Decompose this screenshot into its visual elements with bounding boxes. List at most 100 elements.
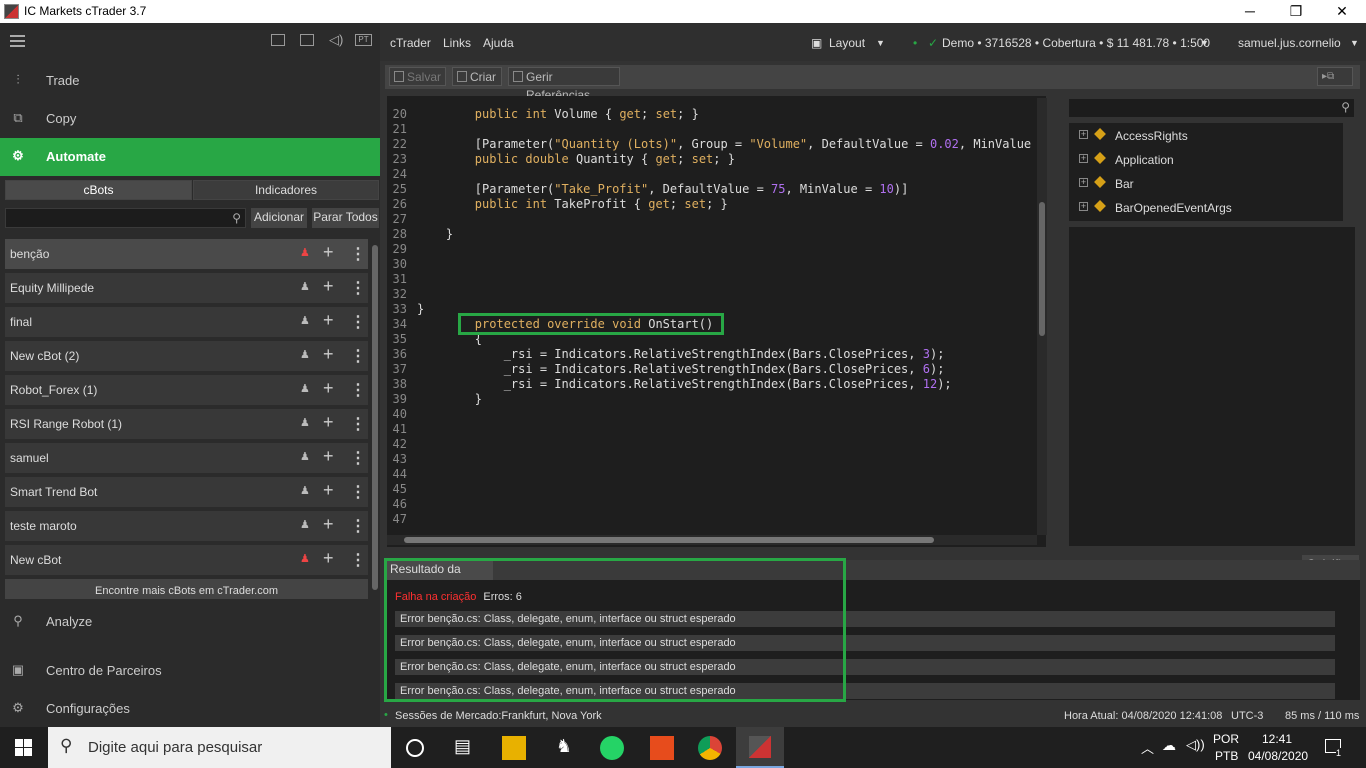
editor-vertical-scrollbar[interactable] xyxy=(1037,98,1047,535)
more-options-icon[interactable]: ⋮ xyxy=(350,482,366,502)
more-options-icon[interactable]: ⋮ xyxy=(350,244,366,264)
more-options-icon[interactable]: ⋮ xyxy=(350,312,366,332)
more-options-icon[interactable]: ⋮ xyxy=(350,380,366,400)
nav-copy[interactable]: ⧉ Copy xyxy=(0,100,380,138)
manage-references-button[interactable]: Gerir Referências xyxy=(508,67,620,102)
layout-menu[interactable]: Layout xyxy=(829,36,865,50)
expand-panel-button[interactable]: ▸⧉ xyxy=(1317,67,1353,86)
tree-item[interactable]: + BarOpenedEventArgs xyxy=(1069,195,1343,219)
instances-icon[interactable]: ♟ xyxy=(300,484,312,498)
expand-icon[interactable]: + xyxy=(1079,154,1088,163)
menu-ctrader[interactable]: cTrader xyxy=(390,36,431,50)
chevron-down-icon[interactable]: ▼ xyxy=(876,38,885,48)
cbot-item[interactable]: benção ♟ + ⋮ xyxy=(5,239,368,269)
instances-icon[interactable]: ♟ xyxy=(300,280,312,294)
expand-icon[interactable]: + xyxy=(1079,178,1088,187)
cbot-item[interactable]: Equity Millipede ♟ + ⋮ xyxy=(5,273,368,303)
close-button[interactable]: ✕ xyxy=(1319,0,1365,23)
language-primary[interactable]: POR xyxy=(1213,732,1239,746)
timezone-selector[interactable]: UTC-3 xyxy=(1231,710,1263,722)
cbot-search-input[interactable]: ⚲ xyxy=(5,208,246,228)
add-instance-icon[interactable]: + xyxy=(323,412,334,433)
editor-horizontal-scrollbar[interactable] xyxy=(387,535,1037,545)
cbot-item[interactable]: Smart Trend Bot ♟ + ⋮ xyxy=(5,477,368,507)
chrome-icon[interactable] xyxy=(698,736,722,760)
clock-time[interactable]: 12:41 xyxy=(1262,732,1292,746)
window-icon[interactable] xyxy=(300,34,314,46)
save-button[interactable]: Salvar xyxy=(389,67,446,86)
add-button[interactable]: Adicionar xyxy=(251,208,307,228)
nav-automate[interactable]: ⚙ Automate xyxy=(0,138,380,176)
nav-trade[interactable]: ⫶ Trade xyxy=(0,62,380,100)
cbot-item[interactable]: RSI Range Robot (1) ♟ + ⋮ xyxy=(5,409,368,439)
add-instance-icon[interactable]: + xyxy=(323,242,334,263)
more-options-icon[interactable]: ⋮ xyxy=(350,448,366,468)
language-secondary[interactable]: PTB xyxy=(1215,749,1238,763)
stop-all-button[interactable]: Parar Todos xyxy=(312,208,379,228)
menu-icon[interactable] xyxy=(10,35,25,47)
add-instance-icon[interactable]: + xyxy=(323,276,334,297)
add-instance-icon[interactable]: + xyxy=(323,446,334,467)
instances-icon[interactable]: ♟ xyxy=(300,518,312,532)
tree-item[interactable]: + Application xyxy=(1069,147,1343,171)
add-instance-icon[interactable]: + xyxy=(323,378,334,399)
clock-date[interactable]: 04/08/2020 xyxy=(1248,749,1308,763)
sound-icon[interactable]: ◁) xyxy=(329,32,343,47)
cbot-item[interactable]: Robot_Forex (1) ♟ + ⋮ xyxy=(5,375,368,405)
minimize-button[interactable]: ─ xyxy=(1227,0,1273,23)
cortana-icon[interactable] xyxy=(406,739,424,757)
cbot-item[interactable]: final ♟ + ⋮ xyxy=(5,307,368,337)
tab-indicators[interactable]: Indicadores xyxy=(193,180,379,200)
cbot-item[interactable]: samuel ♟ + ⋮ xyxy=(5,443,368,473)
cloud-icon[interactable]: ☁ xyxy=(1162,737,1176,754)
chevron-down-icon[interactable]: ▼ xyxy=(1200,38,1209,48)
chevron-up-icon[interactable]: ︿ xyxy=(1141,738,1154,757)
expand-icon[interactable]: + xyxy=(1079,130,1088,139)
chevron-down-icon[interactable]: ▼ xyxy=(1350,38,1359,48)
whatsapp-icon[interactable] xyxy=(600,736,624,760)
reference-search-input[interactable]: ⚲ xyxy=(1069,99,1354,117)
build-button[interactable]: Criar xyxy=(452,67,502,86)
more-options-icon[interactable]: ⋮ xyxy=(350,346,366,366)
instances-icon[interactable]: ♟ xyxy=(300,314,312,328)
cbot-item[interactable]: New cBot (2) ♟ + ⋮ xyxy=(5,341,368,371)
taskbar-search[interactable]: ⚲ Digite aqui para pesquisar xyxy=(48,727,391,768)
find-more-cbots-link[interactable]: Encontre mais cBots em cTrader.com xyxy=(5,579,368,599)
menu-help[interactable]: Ajuda xyxy=(483,36,514,50)
nav-settings[interactable]: ⚙ Configurações xyxy=(0,690,380,728)
fullscreen-icon[interactable] xyxy=(271,34,285,46)
nav-analyze[interactable]: ⚲ Analyze xyxy=(0,603,380,641)
more-options-icon[interactable]: ⋮ xyxy=(350,278,366,298)
instances-icon[interactable]: ♟ xyxy=(300,246,312,260)
cbot-item[interactable]: teste maroto ♟ + ⋮ xyxy=(5,511,368,541)
menu-links[interactable]: Links xyxy=(443,36,471,50)
instances-icon[interactable]: ♟ xyxy=(300,348,312,362)
app-icon-cat[interactable]: ♞ xyxy=(552,736,576,760)
file-explorer-icon[interactable] xyxy=(502,736,526,760)
add-instance-icon[interactable]: + xyxy=(323,344,334,365)
office-icon[interactable] xyxy=(650,736,674,760)
add-instance-icon[interactable]: + xyxy=(323,480,334,501)
account-selector[interactable]: Demo • 3716528 • Cobertura • $ 11 481.78… xyxy=(942,36,1210,50)
language-icon[interactable]: PT xyxy=(355,34,372,46)
add-instance-icon[interactable]: + xyxy=(323,514,334,535)
tree-item[interactable]: + Bar xyxy=(1069,171,1343,195)
volume-icon[interactable]: ◁)) xyxy=(1186,737,1205,753)
instances-icon[interactable]: ♟ xyxy=(300,552,312,566)
cbot-item[interactable]: New cBot ♟ + ⋮ xyxy=(5,545,368,575)
tab-cbots[interactable]: cBots xyxy=(5,180,192,200)
more-options-icon[interactable]: ⋮ xyxy=(350,414,366,434)
instances-icon[interactable]: ♟ xyxy=(300,450,312,464)
more-options-icon[interactable]: ⋮ xyxy=(350,550,366,570)
more-options-icon[interactable]: ⋮ xyxy=(350,516,366,536)
expand-icon[interactable]: + xyxy=(1079,202,1088,211)
sidebar-scrollbar[interactable] xyxy=(372,231,378,601)
task-view-icon[interactable]: ▤ xyxy=(454,736,478,760)
user-menu[interactable]: samuel.jus.cornelio xyxy=(1238,36,1341,50)
windows-start-icon[interactable] xyxy=(15,739,32,756)
restore-button[interactable]: ❐ xyxy=(1273,0,1319,23)
add-instance-icon[interactable]: + xyxy=(323,548,334,569)
add-instance-icon[interactable]: + xyxy=(323,310,334,331)
tree-item[interactable]: + AccessRights xyxy=(1069,123,1343,147)
instances-icon[interactable]: ♟ xyxy=(300,416,312,430)
